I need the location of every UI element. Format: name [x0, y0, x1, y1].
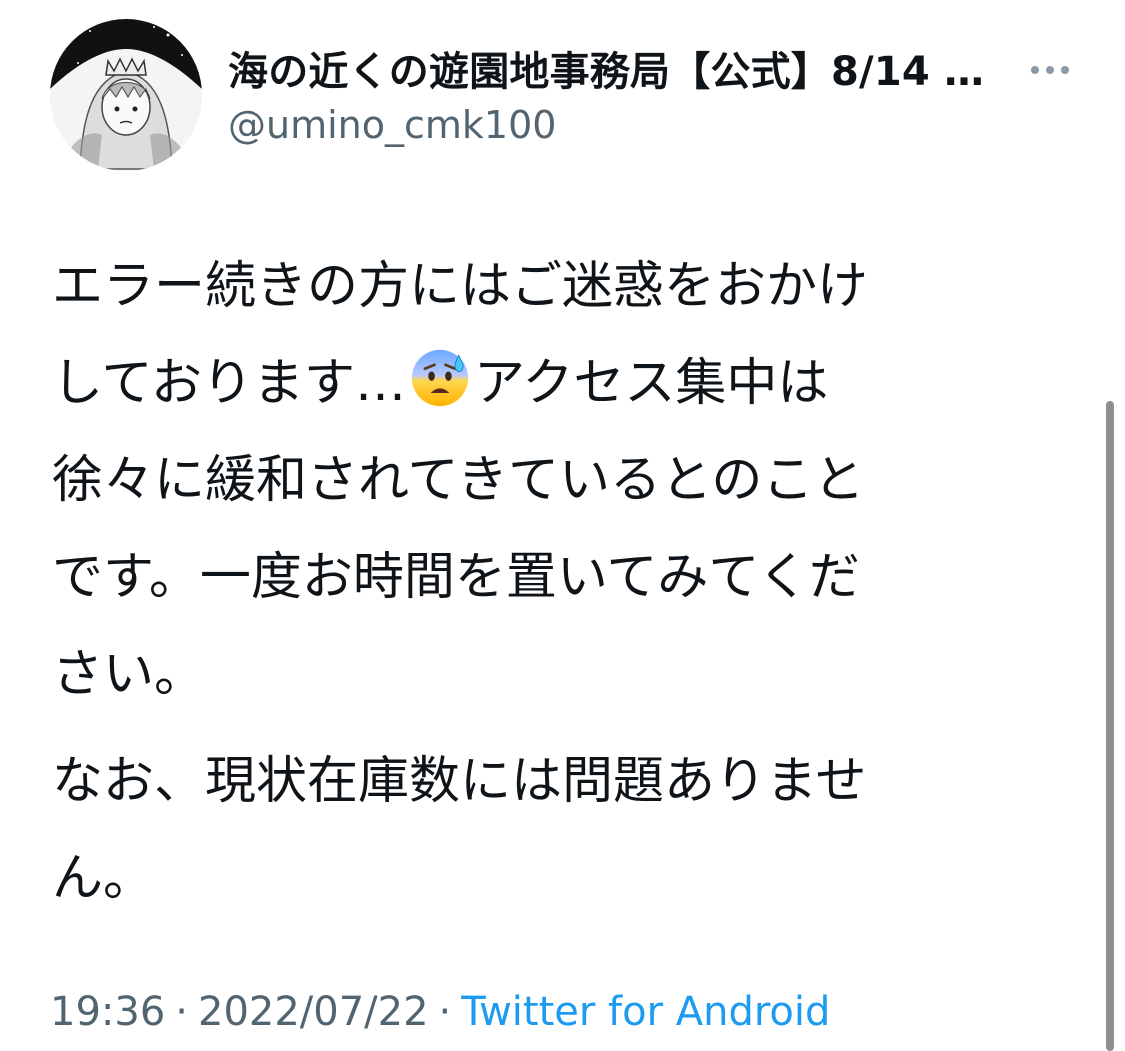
- more-button[interactable]: [1020, 50, 1080, 90]
- anxious-face-with-sweat-emoji: [410, 348, 470, 408]
- tweet-date[interactable]: 2022/07/22: [198, 989, 429, 1035]
- tweet-line: です。一度お時間を置いてみてくだ: [52, 548, 860, 607]
- avatar[interactable]: [50, 19, 202, 171]
- tweet-line: なお、現状在庫数には問題ありませ: [52, 752, 867, 811]
- tweet-text-segment: アクセス集中は: [473, 354, 829, 413]
- tweet-paragraph: なお、現状在庫数には問題ありませ ん。: [52, 733, 1052, 927]
- tweet-line: 徐々に緩和されてきているとのこと: [52, 451, 865, 510]
- tweet-line: さい。: [52, 645, 206, 704]
- tweet-source-link[interactable]: Twitter for Android: [461, 989, 830, 1035]
- tweet-text-segment: しております…: [52, 354, 406, 413]
- tweet: 海の近くの遊園地事務局【公式】8/14 … @umino_cmk100 エラー続…: [0, 0, 1125, 1051]
- tweet-paragraph: エラー続きの方にはご迷惑をおかけ しております… アクセス集中は 徐々に緩和され…: [52, 238, 1052, 723]
- tweet-text: エラー続きの方にはご迷惑をおかけ しております… アクセス集中は 徐々に緩和され…: [52, 238, 1052, 927]
- meta-separator: ·: [438, 989, 452, 1035]
- more-horizontal-icon: [1031, 66, 1069, 74]
- author-display-name[interactable]: 海の近くの遊園地事務局【公式】8/14 …: [228, 44, 1008, 100]
- tweet-time[interactable]: 19:36: [50, 989, 165, 1035]
- tweet-line: しております… アクセス集中は: [52, 335, 1052, 432]
- tweet-line: エラー続きの方にはご迷惑をおかけ: [52, 257, 869, 316]
- tweet-line: ん。: [52, 849, 155, 908]
- tweet-meta: 19:36 · 2022/07/22 · Twitter for Android: [50, 984, 830, 1040]
- meta-separator: ·: [175, 989, 188, 1035]
- scrollbar-thumb[interactable]: [1106, 401, 1114, 1051]
- author-handle[interactable]: @umino_cmk100: [228, 99, 556, 151]
- avatar-image: [50, 19, 202, 171]
